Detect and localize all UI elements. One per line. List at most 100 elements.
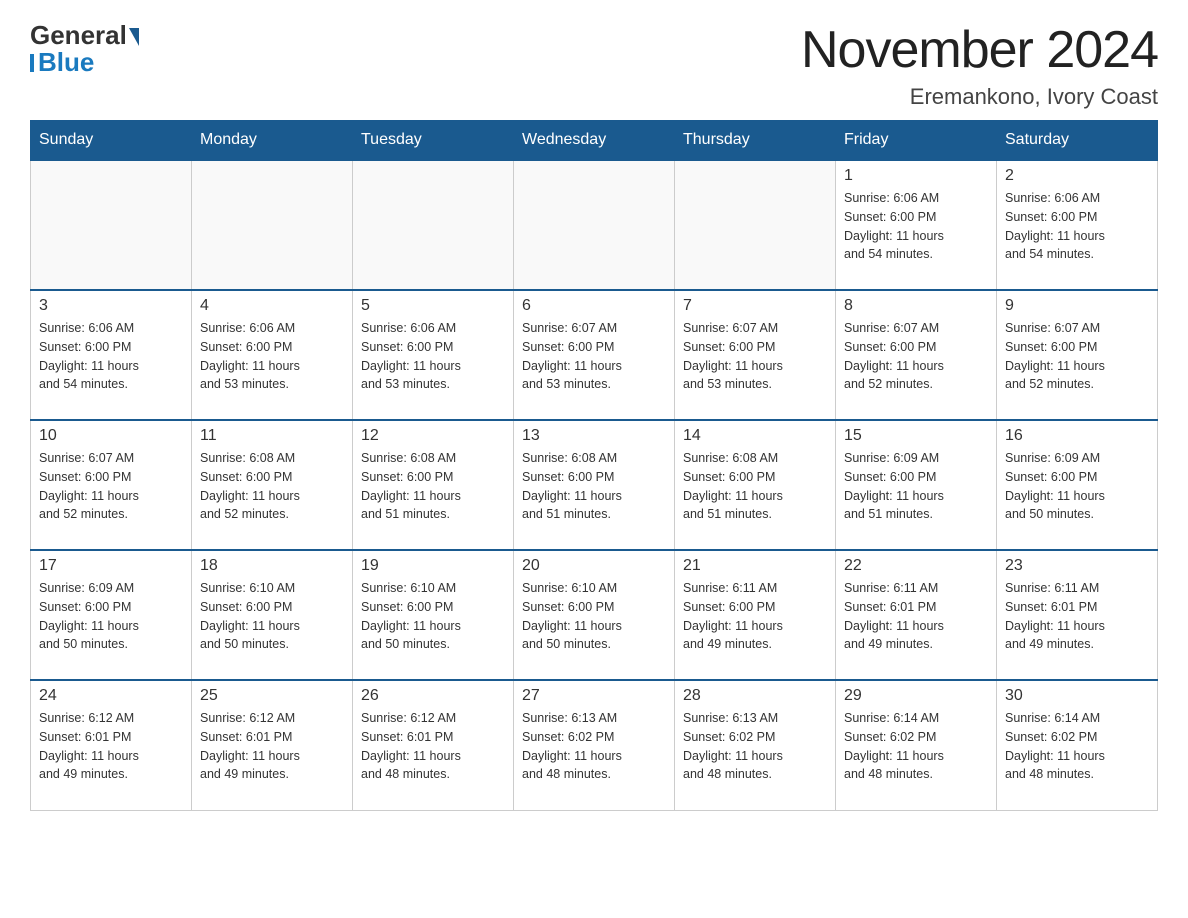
day-number: 13 [522,427,666,445]
day-info: Sunrise: 6:08 AMSunset: 6:00 PMDaylight:… [361,449,505,524]
table-row: 12 Sunrise: 6:08 AMSunset: 6:00 PMDayligh… [353,420,514,550]
week-row-3: 10Sunrise: 6:07 AMSunset: 6:00 PMDayligh… [31,420,1158,550]
day-info: Sunrise: 6:06 AMSunset: 6:00 PMDaylight:… [361,319,505,394]
day-number: 17 [39,557,183,575]
table-row [514,160,675,290]
day-number: 25 [200,687,344,705]
logo-blue-word: Blue [38,47,94,78]
day-number: 28 [683,687,827,705]
table-row: 17 Sunrise: 6:09 AMSunset: 6:00 PMDayligh… [31,550,192,680]
day-info: Sunrise: 6:06 AMSunset: 6:00 PMDaylight:… [200,319,344,394]
table-row: 19 Sunrise: 6:10 AMSunset: 6:00 PMDayligh… [353,550,514,680]
day-info: Sunrise: 6:06 AMSunset: 6:00 PMDaylight:… [39,319,183,394]
day-info: Sunrise: 6:14 AMSunset: 6:02 PMDaylight:… [844,709,988,784]
table-row: 29 Sunrise: 6:14 AMSunset: 6:02 PMDayligh… [836,680,997,810]
table-row: 8Sunrise: 6:07 AMSunset: 6:00 PMDaylight… [836,290,997,420]
logo-arrow-icon [129,28,139,46]
day-number: 19 [361,557,505,575]
logo-blue-bar [30,54,34,72]
table-row: 3Sunrise: 6:06 AMSunset: 6:00 PMDaylight… [31,290,192,420]
day-number: 23 [1005,557,1149,575]
table-row: 25 Sunrise: 6:12 AMSunset: 6:01 PMDayligh… [192,680,353,810]
calendar-table: Sunday Monday Tuesday Wednesday Thursday… [30,120,1158,811]
table-row: 18Sunrise: 6:10 AMSunset: 6:00 PMDayligh… [192,550,353,680]
table-row: 14 Sunrise: 6:08 AMSunset: 6:00 PMDayligh… [675,420,836,550]
table-row: 13 Sunrise: 6:08 AMSunset: 6:00 PMDayligh… [514,420,675,550]
table-row: 9 Sunrise: 6:07 AMSunset: 6:00 PMDaylight… [997,290,1158,420]
calendar-title: November 2024 [801,20,1158,80]
day-info: Sunrise: 6:12 AMSunset: 6:01 PMDaylight:… [361,709,505,784]
day-info: Sunrise: 6:09 AMSunset: 6:00 PMDaylight:… [1005,449,1149,524]
table-row: 2 Sunrise: 6:06 AMSunset: 6:00 PMDaylight… [997,160,1158,290]
page-header: General Blue November 2024 Eremankono, I… [30,20,1158,110]
table-row: 7 Sunrise: 6:07 AMSunset: 6:00 PMDaylight… [675,290,836,420]
day-number: 9 [1005,297,1149,315]
day-info: Sunrise: 6:08 AMSunset: 6:00 PMDaylight:… [200,449,344,524]
day-info: Sunrise: 6:06 AMSunset: 6:00 PMDaylight:… [1005,189,1149,264]
header-saturday: Saturday [997,121,1158,161]
header-sunday: Sunday [31,121,192,161]
logo: General Blue [30,20,139,78]
day-number: 7 [683,297,827,315]
day-number: 30 [1005,687,1149,705]
header-tuesday: Tuesday [353,121,514,161]
day-info: Sunrise: 6:12 AMSunset: 6:01 PMDaylight:… [200,709,344,784]
table-row: 16 Sunrise: 6:09 AMSunset: 6:00 PMDayligh… [997,420,1158,550]
day-number: 5 [361,297,505,315]
table-row: 30 Sunrise: 6:14 AMSunset: 6:02 PMDayligh… [997,680,1158,810]
table-row: 21Sunrise: 6:11 AMSunset: 6:00 PMDayligh… [675,550,836,680]
day-info: Sunrise: 6:11 AMSunset: 6:01 PMDaylight:… [1005,579,1149,654]
table-row: 23 Sunrise: 6:11 AMSunset: 6:01 PMDayligh… [997,550,1158,680]
table-row: 5 Sunrise: 6:06 AMSunset: 6:00 PMDaylight… [353,290,514,420]
day-number: 12 [361,427,505,445]
day-number: 22 [844,557,988,575]
day-info: Sunrise: 6:09 AMSunset: 6:00 PMDaylight:… [844,449,988,524]
week-row-2: 3Sunrise: 6:06 AMSunset: 6:00 PMDaylight… [31,290,1158,420]
week-row-5: 24 Sunrise: 6:12 AMSunset: 6:01 PMDayligh… [31,680,1158,810]
day-info: Sunrise: 6:11 AMSunset: 6:01 PMDaylight:… [844,579,988,654]
table-row: 28 Sunrise: 6:13 AMSunset: 6:02 PMDayligh… [675,680,836,810]
table-row: 1Sunrise: 6:06 AMSunset: 6:00 PMDaylight… [836,160,997,290]
table-row: 24 Sunrise: 6:12 AMSunset: 6:01 PMDayligh… [31,680,192,810]
day-number: 27 [522,687,666,705]
title-section: November 2024 Eremankono, Ivory Coast [801,20,1158,110]
table-row [675,160,836,290]
day-info: Sunrise: 6:09 AMSunset: 6:00 PMDaylight:… [39,579,183,654]
day-number: 24 [39,687,183,705]
table-row: 4 Sunrise: 6:06 AMSunset: 6:00 PMDaylight… [192,290,353,420]
table-row: 20Sunrise: 6:10 AMSunset: 6:00 PMDayligh… [514,550,675,680]
day-number: 11 [200,427,344,445]
day-number: 15 [844,427,988,445]
day-info: Sunrise: 6:07 AMSunset: 6:00 PMDaylight:… [39,449,183,524]
day-number: 6 [522,297,666,315]
day-number: 16 [1005,427,1149,445]
day-info: Sunrise: 6:07 AMSunset: 6:00 PMDaylight:… [683,319,827,394]
day-number: 14 [683,427,827,445]
table-row [192,160,353,290]
day-number: 26 [361,687,505,705]
day-number: 18 [200,557,344,575]
table-row: 10Sunrise: 6:07 AMSunset: 6:00 PMDayligh… [31,420,192,550]
day-info: Sunrise: 6:10 AMSunset: 6:00 PMDaylight:… [522,579,666,654]
day-info: Sunrise: 6:06 AMSunset: 6:00 PMDaylight:… [844,189,988,264]
day-info: Sunrise: 6:10 AMSunset: 6:00 PMDaylight:… [361,579,505,654]
weekday-header-row: Sunday Monday Tuesday Wednesday Thursday… [31,121,1158,161]
table-row: 15 Sunrise: 6:09 AMSunset: 6:00 PMDayligh… [836,420,997,550]
header-wednesday: Wednesday [514,121,675,161]
day-info: Sunrise: 6:12 AMSunset: 6:01 PMDaylight:… [39,709,183,784]
table-row [353,160,514,290]
day-info: Sunrise: 6:07 AMSunset: 6:00 PMDaylight:… [1005,319,1149,394]
day-info: Sunrise: 6:14 AMSunset: 6:02 PMDaylight:… [1005,709,1149,784]
calendar-subtitle: Eremankono, Ivory Coast [801,84,1158,110]
table-row: 11 Sunrise: 6:08 AMSunset: 6:00 PMDayligh… [192,420,353,550]
day-number: 2 [1005,167,1149,185]
week-row-1: 1Sunrise: 6:06 AMSunset: 6:00 PMDaylight… [31,160,1158,290]
day-number: 4 [200,297,344,315]
table-row: 22 Sunrise: 6:11 AMSunset: 6:01 PMDayligh… [836,550,997,680]
day-number: 29 [844,687,988,705]
day-info: Sunrise: 6:13 AMSunset: 6:02 PMDaylight:… [683,709,827,784]
table-row [31,160,192,290]
day-info: Sunrise: 6:07 AMSunset: 6:00 PMDaylight:… [844,319,988,394]
day-info: Sunrise: 6:08 AMSunset: 6:00 PMDaylight:… [522,449,666,524]
day-info: Sunrise: 6:08 AMSunset: 6:00 PMDaylight:… [683,449,827,524]
